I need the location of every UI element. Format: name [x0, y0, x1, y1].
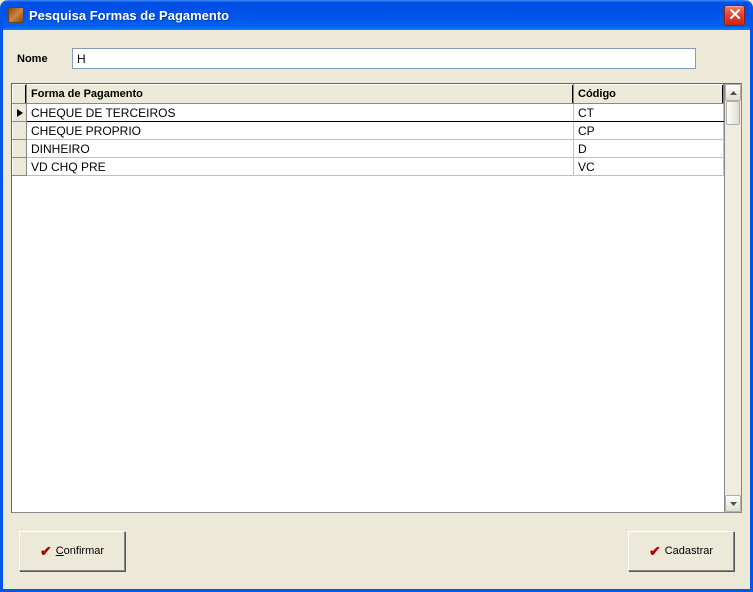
confirm-label: Confirmar [56, 545, 104, 557]
chevron-up-icon [730, 88, 737, 97]
scroll-up-button[interactable] [725, 84, 741, 101]
footer-bar: ✔ Confirmar ✔ Cadastrar [11, 521, 742, 581]
table-row[interactable]: DINHEIROD [13, 140, 724, 158]
row-indicator [13, 158, 27, 176]
cell-code[interactable]: VC [574, 158, 724, 176]
register-button[interactable]: ✔ Cadastrar [628, 531, 734, 571]
row-indicator [13, 104, 27, 122]
current-row-icon [17, 109, 23, 117]
check-icon: ✔ [40, 543, 52, 560]
search-input[interactable] [72, 48, 696, 69]
scroll-thumb[interactable] [726, 101, 740, 125]
grid-header-indicator [13, 85, 27, 104]
close-icon [730, 8, 740, 22]
dialog-window: Pesquisa Formas de Pagamento Nome [0, 0, 753, 592]
table-row[interactable]: CHEQUE DE TERCEIROSCT [13, 104, 724, 122]
grid-table[interactable]: Forma de Pagamento Código CHEQUE DE TERC… [12, 84, 724, 176]
confirm-button[interactable]: ✔ Confirmar [19, 531, 125, 571]
search-label: Nome [17, 53, 72, 65]
cell-code[interactable]: CP [574, 122, 724, 140]
cell-code[interactable]: D [574, 140, 724, 158]
register-label: Cadastrar [665, 545, 713, 557]
results-grid: Forma de Pagamento Código CHEQUE DE TERC… [11, 83, 742, 513]
row-indicator [13, 122, 27, 140]
grid-header-row: Forma de Pagamento Código [13, 85, 724, 104]
titlebar[interactable]: Pesquisa Formas de Pagamento [3, 0, 750, 30]
scroll-down-button[interactable] [725, 495, 741, 512]
cell-name[interactable]: DINHEIRO [27, 140, 574, 158]
search-row: Nome [11, 38, 742, 83]
table-row[interactable]: VD CHQ PREVC [13, 158, 724, 176]
grid-header-code[interactable]: Código [574, 85, 724, 104]
cell-code[interactable]: CT [574, 104, 724, 122]
grid-inner: Forma de Pagamento Código CHEQUE DE TERC… [12, 84, 724, 512]
scroll-track[interactable] [725, 101, 741, 495]
cell-name[interactable]: CHEQUE PROPRIO [27, 122, 574, 140]
vertical-scrollbar[interactable] [724, 84, 741, 512]
check-icon: ✔ [649, 543, 661, 560]
grid-header-name[interactable]: Forma de Pagamento [27, 85, 574, 104]
close-button[interactable] [724, 5, 745, 26]
cell-name[interactable]: CHEQUE DE TERCEIROS [27, 104, 574, 122]
row-indicator [13, 140, 27, 158]
dialog-body: Nome Forma de Pagamento Código [3, 30, 750, 589]
table-row[interactable]: CHEQUE PROPRIOCP [13, 122, 724, 140]
cell-name[interactable]: VD CHQ PRE [27, 158, 574, 176]
window-title: Pesquisa Formas de Pagamento [29, 8, 724, 23]
app-icon [8, 7, 24, 23]
chevron-down-icon [730, 499, 737, 508]
